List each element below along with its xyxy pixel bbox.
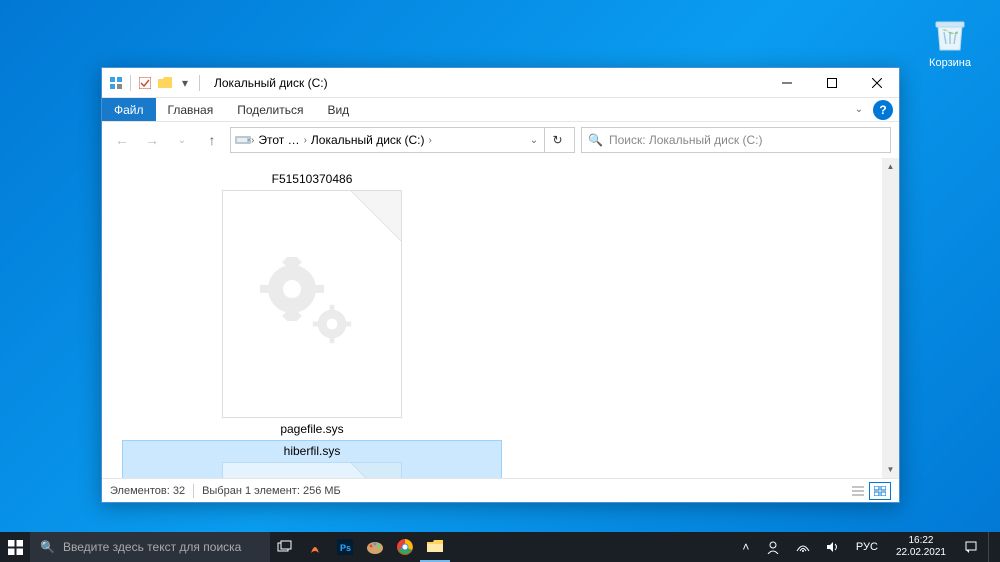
statusbar: Элементов: 32 Выбран 1 элемент: 256 МБ	[102, 478, 899, 502]
ribbon-tab-share[interactable]: Поделиться	[225, 98, 315, 121]
titlebar[interactable]: ▾ Локальный диск (C:)	[102, 68, 899, 98]
ribbon-tab-file[interactable]: Файл	[102, 98, 156, 121]
file-label: hiberfil.sys	[284, 444, 341, 458]
ribbon: Файл Главная Поделиться Вид ⌄ ?	[102, 98, 899, 122]
photoshop-icon: Ps	[337, 539, 353, 555]
taskbar-search-placeholder: Введите здесь текст для поиска	[63, 540, 241, 554]
search-input[interactable]: 🔍 Поиск: Локальный диск (C:)	[581, 127, 891, 153]
recycle-bin-label: Корзина	[918, 57, 982, 69]
nav-forward-button[interactable]: →	[140, 128, 164, 152]
status-selection: Выбран 1 элемент: 256 МБ	[202, 485, 341, 497]
qat-check-icon[interactable]	[137, 75, 153, 91]
task-view-button[interactable]	[270, 532, 300, 562]
chevron-right-icon[interactable]: ›	[428, 135, 431, 146]
file-thumbnail	[222, 190, 402, 418]
file-label: pagefile.sys	[280, 422, 343, 436]
ribbon-collapse-button[interactable]: ⌄	[847, 98, 871, 121]
clock-date: 22.02.2021	[896, 547, 946, 559]
content-area: F51510370486 pagefile.sys hiberfil.sys	[102, 158, 899, 478]
file-item-selected[interactable]: hiberfil.sys swapfile.sys	[122, 440, 502, 478]
breadcrumb-seg-1[interactable]: Этот …	[254, 133, 303, 147]
ribbon-tab-view[interactable]: Вид	[315, 98, 361, 121]
view-details-button[interactable]	[847, 482, 869, 500]
tray-notifications-icon[interactable]	[958, 532, 984, 562]
app-icon	[307, 539, 323, 555]
tray-people-icon[interactable]	[760, 532, 786, 562]
taskbar-app-photoshop[interactable]: Ps	[330, 532, 360, 562]
clock-time: 16:22	[896, 535, 946, 547]
nav-back-button[interactable]: ←	[110, 128, 134, 152]
search-placeholder: Поиск: Локальный диск (C:)	[609, 133, 762, 147]
taskbar-search[interactable]: 🔍 Введите здесь текст для поиска	[30, 532, 270, 562]
gear-icon	[257, 249, 367, 359]
status-item-count: Элементов: 32	[110, 485, 185, 497]
tray-volume-icon[interactable]	[820, 532, 846, 562]
file-item[interactable]: F51510370486 pagefile.sys	[122, 168, 502, 440]
file-explorer-window: ▾ Локальный диск (C:) Файл Главная Подел…	[101, 67, 900, 503]
scroll-down-button[interactable]: ▼	[882, 461, 899, 478]
palette-icon	[366, 540, 384, 554]
drive-icon	[235, 133, 251, 148]
address-bar-row: ← → ⌄ ↑ › Этот … › Локальный диск (C:) ›…	[102, 122, 899, 158]
folder-icon	[427, 539, 443, 553]
ribbon-tab-home[interactable]: Главная	[156, 98, 226, 121]
breadcrumb-seg-2[interactable]: Локальный диск (C:)	[307, 133, 429, 147]
task-view-icon	[277, 540, 293, 554]
desktop-recycle-bin[interactable]: Корзина	[918, 14, 982, 69]
scroll-up-button[interactable]: ▲	[882, 158, 899, 175]
taskbar-clock[interactable]: 16:22 22.02.2021	[888, 535, 954, 559]
window-title: Локальный диск (C:)	[208, 76, 764, 90]
taskbar-app[interactable]	[360, 532, 390, 562]
system-tray: ˄ РУС 16:22 22.02.2021	[730, 532, 1000, 562]
maximize-button[interactable]	[809, 68, 854, 97]
scrollbar[interactable]: ▲ ▼	[882, 158, 899, 478]
show-desktop-button[interactable]	[988, 532, 994, 562]
minimize-button[interactable]	[764, 68, 809, 97]
svg-text:Ps: Ps	[340, 543, 351, 553]
refresh-button[interactable]: ↻	[544, 128, 570, 152]
nav-recent-button[interactable]: ⌄	[170, 128, 194, 152]
search-icon: 🔍	[588, 133, 603, 147]
address-bar[interactable]: › Этот … › Локальный диск (C:) › ⌄ ↻	[230, 127, 575, 153]
chrome-icon	[397, 539, 413, 555]
start-button[interactable]	[0, 532, 30, 562]
search-icon: 🔍	[40, 540, 55, 554]
qat-properties-icon[interactable]	[108, 75, 124, 91]
tray-language[interactable]: РУС	[850, 532, 884, 562]
windows-icon	[8, 540, 23, 555]
taskbar-app-explorer[interactable]	[420, 532, 450, 562]
file-thumbnail	[222, 462, 402, 478]
file-label: F51510370486	[272, 172, 353, 186]
close-button[interactable]	[854, 68, 899, 97]
nav-up-button[interactable]: ↑	[200, 128, 224, 152]
tray-overflow-button[interactable]: ˄	[736, 532, 756, 562]
qat-folder-icon[interactable]	[157, 75, 173, 91]
help-button[interactable]: ?	[873, 100, 893, 120]
address-dropdown-button[interactable]: ⌄	[524, 135, 544, 146]
files-pane[interactable]: F51510370486 pagefile.sys hiberfil.sys	[102, 158, 882, 478]
taskbar-app[interactable]	[300, 532, 330, 562]
taskbar: 🔍 Введите здесь текст для поиска Ps ˄ РУ…	[0, 532, 1000, 562]
tray-network-icon[interactable]	[790, 532, 816, 562]
view-large-icons-button[interactable]	[869, 482, 891, 500]
qat-dropdown-icon[interactable]: ▾	[177, 75, 193, 91]
taskbar-app-chrome[interactable]	[390, 532, 420, 562]
recycle-bin-icon	[930, 14, 970, 54]
